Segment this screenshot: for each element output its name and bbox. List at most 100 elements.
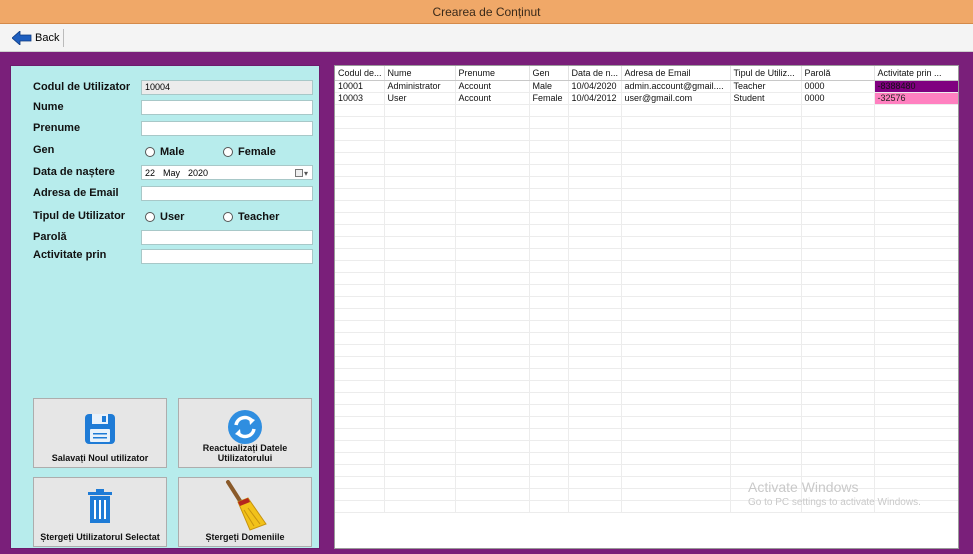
- activity-field[interactable]: [141, 249, 313, 264]
- empty-table-cell: [335, 464, 385, 477]
- empty-table-row: [335, 212, 958, 225]
- password-label: Parolă: [33, 231, 67, 243]
- empty-table-cell: [335, 212, 385, 225]
- user-code-field[interactable]: 10004: [141, 80, 313, 95]
- table-cell[interactable]: 10/04/2020: [568, 80, 622, 93]
- empty-table-cell: [621, 344, 731, 357]
- empty-table-cell: [730, 212, 802, 225]
- empty-table-cell: [801, 452, 875, 465]
- col-header-password[interactable]: Parolă: [801, 66, 875, 81]
- table-header-row: Codul de... Nume Prenume Gen Data de n..…: [335, 66, 958, 81]
- empty-table-cell: [801, 428, 875, 441]
- col-header-user-code[interactable]: Codul de...: [335, 66, 385, 81]
- type-user-radio[interactable]: User: [145, 211, 184, 223]
- email-field[interactable]: [141, 186, 313, 201]
- table-row[interactable]: 10003 User Account Female 10/04/2012 use…: [335, 92, 958, 105]
- empty-table-cell: [384, 392, 456, 405]
- empty-table-cell: [730, 152, 802, 165]
- table-cell[interactable]: User: [384, 92, 456, 105]
- empty-table-cell: [801, 164, 875, 177]
- table-cell[interactable]: admin.account@gmail....: [621, 80, 731, 93]
- clear-fields-button[interactable]: Ștergeți Domeniile: [178, 477, 312, 547]
- empty-table-cell: [384, 188, 456, 201]
- col-header-gender[interactable]: Gen: [529, 66, 569, 81]
- table-cell[interactable]: 10/04/2012: [568, 92, 622, 105]
- empty-table-cell: [455, 344, 530, 357]
- empty-table-cell: [801, 440, 875, 453]
- empty-table-cell: [568, 164, 622, 177]
- table-cell[interactable]: 0000: [801, 92, 875, 105]
- table-cell[interactable]: Teacher: [730, 80, 802, 93]
- col-header-birth-date[interactable]: Data de n...: [568, 66, 622, 81]
- empty-table-cell: [455, 416, 530, 429]
- user-type-label: Tipul de Utilizator: [33, 210, 126, 222]
- empty-table-cell: [568, 260, 622, 273]
- save-user-button[interactable]: Salavați Noul utilizator: [33, 398, 167, 468]
- empty-table-cell: [384, 440, 456, 453]
- refresh-user-button[interactable]: Reactualizați Datele Utilizatorului: [178, 398, 312, 468]
- table-cell[interactable]: Female: [529, 92, 569, 105]
- table-cell[interactable]: user@gmail.com: [621, 92, 731, 105]
- empty-table-cell: [621, 500, 731, 513]
- empty-table-cell: [384, 416, 456, 429]
- table-cell[interactable]: 0000: [801, 80, 875, 93]
- empty-table-cell: [455, 212, 530, 225]
- empty-table-cell: [874, 284, 958, 297]
- empty-table-row: [335, 248, 958, 261]
- table-row[interactable]: 10001 Administrator Account Male 10/04/2…: [335, 80, 958, 93]
- empty-table-row: [335, 308, 958, 321]
- empty-table-cell: [568, 440, 622, 453]
- table-cell[interactable]: Account: [455, 80, 530, 93]
- activity-color-cell[interactable]: -32576: [874, 92, 958, 105]
- activity-label: Activitate prin: [33, 249, 107, 261]
- type-teacher-radio[interactable]: Teacher: [223, 211, 279, 223]
- back-button[interactable]: Back: [10, 29, 65, 47]
- table-cell[interactable]: Account: [455, 92, 530, 105]
- empty-table-cell: [335, 116, 385, 129]
- col-header-email[interactable]: Adresa de Email: [621, 66, 731, 81]
- empty-table-cell: [801, 344, 875, 357]
- password-field[interactable]: [141, 230, 313, 245]
- users-data-grid[interactable]: Codul de... Nume Prenume Gen Data de n..…: [334, 65, 959, 549]
- empty-table-cell: [384, 164, 456, 177]
- empty-table-cell: [874, 140, 958, 153]
- empty-table-cell: [801, 368, 875, 381]
- radio-circle-icon: [145, 147, 155, 157]
- col-header-surname[interactable]: Prenume: [455, 66, 530, 81]
- empty-table-cell: [335, 140, 385, 153]
- gender-male-radio[interactable]: Male: [145, 146, 184, 158]
- empty-table-cell: [621, 164, 731, 177]
- activity-color-cell[interactable]: -8388480: [874, 80, 958, 93]
- table-cell[interactable]: Student: [730, 92, 802, 105]
- table-cell[interactable]: 10001: [335, 80, 385, 93]
- empty-table-cell: [568, 452, 622, 465]
- empty-table-cell: [335, 224, 385, 237]
- name-field[interactable]: [141, 100, 313, 115]
- birth-date-picker[interactable]: 22 May 2020 ▾: [141, 165, 313, 180]
- empty-table-cell: [730, 104, 802, 117]
- empty-table-cell: [801, 200, 875, 213]
- table-cell[interactable]: Administrator: [384, 80, 456, 93]
- col-header-activity[interactable]: Activitate prin ...: [874, 66, 958, 81]
- col-header-user-type[interactable]: Tipul de Utiliz...: [730, 66, 802, 81]
- empty-table-cell: [455, 272, 530, 285]
- empty-table-cell: [384, 488, 456, 501]
- empty-table-cell: [455, 428, 530, 441]
- surname-field[interactable]: [141, 121, 313, 136]
- empty-table-cell: [801, 212, 875, 225]
- empty-table-cell: [529, 452, 569, 465]
- empty-table-cell: [455, 128, 530, 141]
- empty-table-cell: [568, 380, 622, 393]
- empty-table-cell: [568, 248, 622, 261]
- table-cell[interactable]: 10003: [335, 92, 385, 105]
- empty-table-row: [335, 416, 958, 429]
- gender-female-radio[interactable]: Female: [223, 146, 276, 158]
- empty-table-cell: [621, 488, 731, 501]
- table-cell[interactable]: Male: [529, 80, 569, 93]
- delete-user-button[interactable]: Ștergeți Utilizatorul Selectat: [33, 477, 167, 547]
- empty-table-cell: [568, 392, 622, 405]
- empty-table-cell: [568, 224, 622, 237]
- col-header-name[interactable]: Nume: [384, 66, 456, 81]
- calendar-dropdown-icon[interactable]: ▾: [295, 168, 309, 178]
- gender-female-label: Female: [238, 146, 276, 158]
